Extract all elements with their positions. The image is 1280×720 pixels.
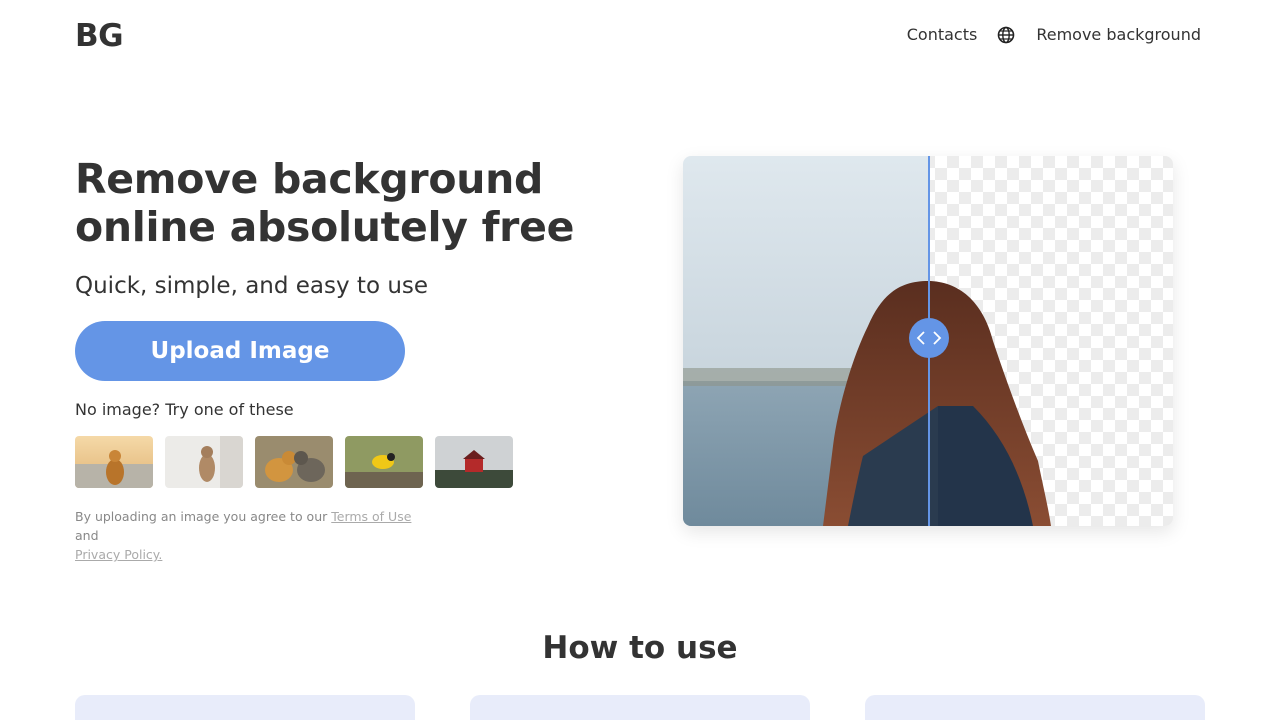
page-subtitle: Quick, simple, and easy to use — [75, 273, 429, 299]
privacy-policy-link[interactable]: Privacy Policy. — [75, 547, 162, 562]
terms-prefix: By uploading an image you agree to our — [75, 509, 332, 524]
upload-image-button[interactable]: Upload Image — [75, 321, 405, 381]
sample-images-list — [75, 436, 655, 488]
before-after-preview — [683, 156, 1173, 526]
header: BG Contacts Remove background — [0, 0, 1280, 75]
sample-image-dog[interactable] — [75, 436, 153, 488]
top-nav: Contacts Remove background — [907, 25, 1201, 44]
terms-of-use-link[interactable]: Terms of Use — [331, 509, 411, 524]
hero-section: Remove background online absolutely free… — [75, 155, 655, 564]
sample-image-cat[interactable] — [165, 436, 243, 488]
nav-remove-background-link[interactable]: Remove background — [1036, 25, 1201, 44]
nav-contacts-link[interactable]: Contacts — [907, 25, 978, 44]
globe-icon[interactable] — [997, 26, 1015, 44]
terms-middle: and — [75, 528, 99, 543]
page-title: Remove background online absolutely free — [75, 155, 575, 251]
terms-notice: By uploading an image you agree to our T… — [75, 507, 435, 564]
logo[interactable]: BG — [75, 18, 124, 54]
how-to-card-3 — [865, 695, 1205, 720]
sample-image-bird[interactable] — [345, 436, 423, 488]
how-to-card-1 — [75, 695, 415, 720]
sample-image-two-cats[interactable] — [255, 436, 333, 488]
sample-images-label: No image? Try one of these — [75, 400, 294, 419]
sample-image-house[interactable] — [435, 436, 513, 488]
compare-handle[interactable] — [909, 318, 949, 358]
how-to-card-2 — [470, 695, 810, 720]
how-to-use-heading: How to use — [542, 630, 738, 666]
